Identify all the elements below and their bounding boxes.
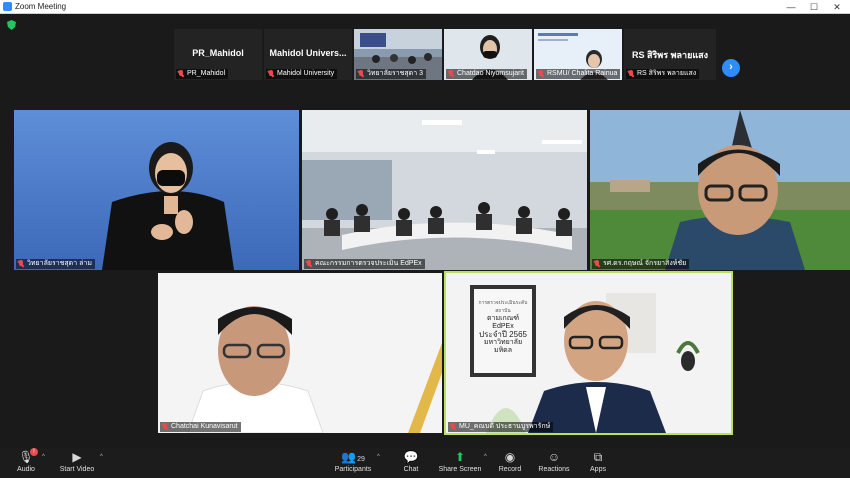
participant-name: วิทยาลัยราชสุดา 3 xyxy=(356,69,426,79)
strip-tile-pr-mahidol[interactable]: PR_Mahidol PR_Mahidol xyxy=(174,29,262,80)
participant-name: PR_Mahidol xyxy=(176,69,229,79)
strip-display-name: PR_Mahidol xyxy=(192,48,244,58)
next-page-button[interactable]: › xyxy=(722,59,740,77)
reactions-button[interactable]: ☺ Reactions xyxy=(536,450,572,473)
minimize-button[interactable]: — xyxy=(780,0,802,14)
participant-name: RS สิริพร พลายแสง xyxy=(626,69,700,79)
committee-room-video xyxy=(302,110,587,270)
strip-tile-mahidol-university[interactable]: Mahidol Univers... Mahidol University xyxy=(264,29,352,80)
mic-muted-icon xyxy=(178,70,184,78)
mic-muted-icon xyxy=(18,260,24,268)
strip-display-name: RS สิริพร พลายแสง xyxy=(631,50,709,60)
strip-tile-siriporn[interactable]: RS สิริพร พลายแสง RS สิริพร พลายแสง xyxy=(624,29,716,80)
audio-warning-badge: ! xyxy=(30,448,38,456)
mic-muted-icon xyxy=(358,70,364,78)
mic-muted-icon xyxy=(538,70,544,78)
share-screen-button[interactable]: ⬆ Share Screen xyxy=(437,450,483,473)
share-options-caret-icon[interactable]: ^ xyxy=(484,454,487,460)
participant-name: Chatdao Niyomsujarit xyxy=(446,69,527,79)
mic-muted-icon xyxy=(594,260,600,268)
audio-options-caret-icon[interactable]: ^ xyxy=(42,454,45,460)
chatchai-video xyxy=(158,273,442,433)
interpreter-video xyxy=(14,110,299,270)
participant-name: Mahidol University xyxy=(266,69,338,79)
participant-name: RSMU/ Chalita Rainua xyxy=(536,69,621,79)
window-title: Zoom Meeting xyxy=(15,2,67,11)
participant-name: วิทยาลัยราชสุดา ล่าม xyxy=(16,259,95,269)
video-off-icon: ▶︎ xyxy=(72,450,82,464)
strip-tile-chatdao[interactable]: Chatdao Niyomsujarit xyxy=(444,29,532,80)
strip-tile-chalita[interactable]: RSMU/ Chalita Rainua xyxy=(534,29,622,80)
participants-button[interactable]: 👥29 Participants xyxy=(334,450,372,473)
participants-count: 29 xyxy=(357,456,365,463)
participants-options-caret-icon[interactable]: ^ xyxy=(377,454,380,460)
meeting-toolbar: 🎙! Audio ^ ▶︎ Start Video ^ 👥29 Particip… xyxy=(0,448,850,478)
mic-muted-icon xyxy=(162,423,168,431)
start-video-button[interactable]: ▶︎ Start Video xyxy=(56,450,98,473)
title-bar: Zoom Meeting — ☐ ✕ xyxy=(0,0,850,14)
video-tile-kris[interactable]: รศ.ดร.กฤษณ์ จักรยาสิงห์ชัย xyxy=(590,110,850,270)
kris-video xyxy=(590,110,850,270)
reactions-icon: ☺ xyxy=(547,450,561,464)
zoom-logo-icon xyxy=(3,2,12,11)
record-icon: ◉ xyxy=(504,450,516,464)
participants-icon: 👥29 xyxy=(341,450,365,464)
chat-icon: 💬 xyxy=(403,450,419,464)
microphone-muted-icon: 🎙! xyxy=(12,448,40,464)
audio-button[interactable]: 🎙! Audio xyxy=(12,448,40,473)
mic-muted-icon xyxy=(268,70,274,78)
close-button[interactable]: ✕ xyxy=(826,0,848,14)
apps-icon: ⧉ xyxy=(593,450,603,464)
participant-name: Chatchai Kunavisarut xyxy=(160,422,241,432)
participant-name: รศ.ดร.กฤษณ์ จักรยาสิงห์ชัย xyxy=(592,259,690,269)
maximize-button[interactable]: ☐ xyxy=(803,0,825,14)
video-tile-chatchai[interactable]: Chatchai Kunavisarut xyxy=(158,273,442,433)
mic-muted-icon xyxy=(448,70,454,78)
mic-muted-icon xyxy=(450,423,456,431)
video-tile-interpreter[interactable]: วิทยาลัยราชสุดา ล่าม xyxy=(14,110,299,270)
strip-tile-meeting-room[interactable]: วิทยาลัยราชสุดา 3 xyxy=(354,29,442,80)
video-tile-committee[interactable]: คณะกรรมการตรวจประเมิน EdPEx xyxy=(302,110,587,270)
apps-button[interactable]: ⧉ Apps xyxy=(586,450,610,473)
share-screen-icon: ⬆ xyxy=(454,450,466,464)
mic-muted-icon xyxy=(628,70,634,78)
video-tile-dean[interactable]: การตรวจประเมินระดับสถาบัน ตามเกณฑ์ EdPEx… xyxy=(444,271,733,435)
encryption-shield-icon[interactable] xyxy=(7,20,16,30)
strip-display-name: Mahidol Univers... xyxy=(269,48,347,58)
participant-name: MU_คณบดี ประธานบูรพารักษ์ xyxy=(448,422,554,432)
record-button[interactable]: ◉ Record xyxy=(496,450,524,473)
video-options-caret-icon[interactable]: ^ xyxy=(100,454,103,460)
poster-text: การตรวจประเมินระดับสถาบัน ตามเกณฑ์ EdPEx… xyxy=(478,300,528,354)
participant-name: คณะกรรมการตรวจประเมิน EdPEx xyxy=(304,259,425,269)
mic-muted-icon xyxy=(306,260,312,268)
chat-button[interactable]: 💬 Chat xyxy=(398,450,424,473)
